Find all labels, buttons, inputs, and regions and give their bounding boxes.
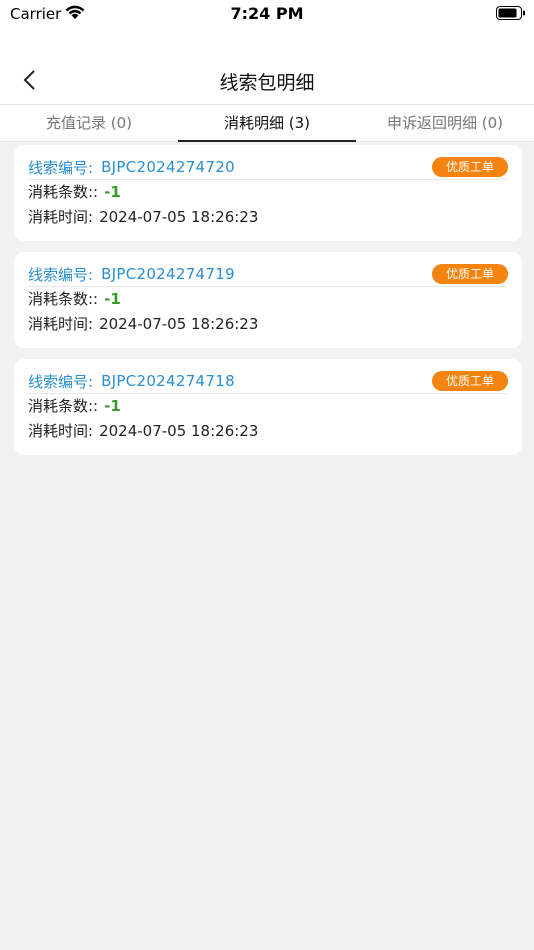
lead-number-value: BJPC2024274720 (101, 158, 235, 176)
lead-number-value: BJPC2024274718 (101, 372, 235, 390)
time-row: 消耗时间: 2024-07-05 18:26:23 (28, 312, 508, 337)
status-bar: Carrier 7:24 PM (0, 0, 534, 28)
time-label: 消耗时间: (28, 208, 94, 226)
count-value: -1 (104, 183, 121, 201)
time-label: 消耗时间: (28, 422, 94, 440)
time-value: 2024-07-05 18:26:23 (99, 422, 259, 440)
count-row: 消耗条数:: -1 (28, 394, 508, 419)
record-card[interactable]: 线索编号: BJPC2024274718 优质工单 消耗条数:: -1 消耗时间… (14, 359, 522, 455)
record-header: 线索编号: BJPC2024274718 优质工单 (28, 369, 508, 394)
count-row: 消耗条数:: -1 (28, 180, 508, 205)
record-card[interactable]: 线索编号: BJPC2024274720 优质工单 消耗条数:: -1 消耗时间… (14, 145, 522, 241)
time-label: 消耗时间: (28, 315, 94, 333)
quality-badge: 优质工单 (431, 264, 508, 284)
lead-number-label: 线索编号: (28, 158, 94, 177)
lead-number-label: 线索编号: (28, 265, 94, 284)
tab-bar: 充值记录 (0) 消耗明细 (3) 申诉返回明细 (0) (0, 104, 534, 142)
record-card[interactable]: 线索编号: BJPC2024274719 优质工单 消耗条数:: -1 消耗时间… (14, 252, 522, 348)
count-row: 消耗条数:: -1 (28, 287, 508, 312)
page-title: 线索包明细 (219, 72, 315, 94)
quality-badge: 优质工单 (431, 371, 508, 391)
time-row: 消耗时间: 2024-07-05 18:26:23 (28, 419, 508, 444)
lead-number-label: 线索编号: (28, 372, 94, 391)
record-header: 线索编号: BJPC2024274720 优质工单 (28, 155, 508, 180)
count-value: -1 (104, 290, 121, 308)
count-value: -1 (104, 397, 121, 415)
clock-time: 7:24 PM (230, 4, 304, 23)
tab-consumption-details[interactable]: 消耗明细 (3) (178, 105, 356, 142)
tab-recharge-records[interactable]: 充值记录 (0) (0, 105, 178, 141)
record-header: 线索编号: BJPC2024274719 优质工单 (28, 262, 508, 287)
quality-badge: 优质工单 (431, 157, 508, 177)
count-label: 消耗条数:: (28, 290, 99, 308)
time-value: 2024-07-05 18:26:23 (99, 208, 259, 226)
time-value: 2024-07-05 18:26:23 (99, 315, 259, 333)
battery-icon (496, 6, 525, 20)
record-list: 线索编号: BJPC2024274720 优质工单 消耗条数:: -1 消耗时间… (14, 145, 522, 466)
count-label: 消耗条数:: (28, 183, 99, 201)
lead-number-value: BJPC2024274719 (101, 265, 235, 283)
tab-appeal-return-details[interactable]: 申诉返回明细 (0) (356, 105, 534, 141)
navigation-bar: 线索包明细 (0, 28, 534, 104)
count-label: 消耗条数:: (28, 397, 99, 415)
time-row: 消耗时间: 2024-07-05 18:26:23 (28, 205, 508, 230)
